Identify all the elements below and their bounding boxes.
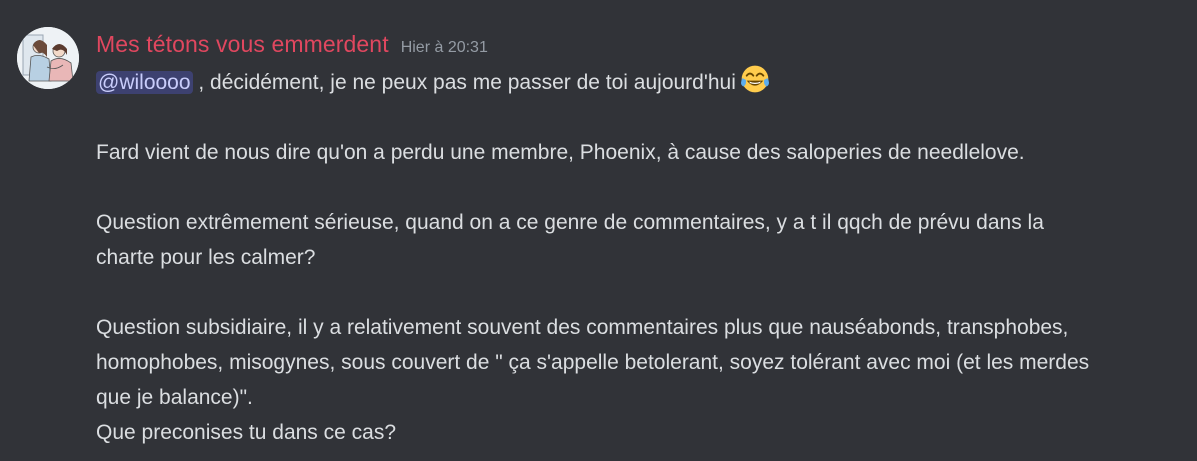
message-paragraph-4-line-1: Question subsidiaire, il y a relativemen…	[96, 316, 1069, 339]
message-line-1: @wiloooo , décidément, je ne peux pas me…	[96, 64, 1186, 100]
message-paragraph-5: Que preconises tu dans ce cas?	[96, 421, 397, 444]
author-avatar[interactable]	[17, 27, 79, 89]
message-paragraph-2: Fard vient de nous dire qu'on a perdu un…	[96, 141, 1025, 164]
message-header: Mes tétons vous emmerdent Hier à 20:31	[96, 31, 488, 61]
avatar-illustration-icon	[17, 27, 79, 89]
message-paragraph-4-line-2: homophobes, misogynes, sous couvert de "…	[96, 351, 1090, 374]
message-paragraph-3-line-1: Question extrêmement sérieuse, quand on …	[96, 211, 1044, 234]
message-text-1: , décidément, je ne peux pas me passer d…	[198, 71, 736, 94]
message-content: @wiloooo , décidément, je ne peux pas me…	[96, 64, 1186, 450]
message-timestamp[interactable]: Hier à 20:31	[401, 39, 488, 57]
author-name[interactable]: Mes tétons vous emmerdent	[96, 31, 389, 58]
user-mention[interactable]: @wiloooo	[96, 71, 193, 94]
message-paragraph-3-line-2: charte pour les calmer?	[96, 246, 316, 269]
message-paragraph-4-line-3: que je balance)".	[96, 386, 253, 409]
chat-message: Mes tétons vous emmerdent Hier à 20:31 @…	[0, 0, 1197, 461]
joy-emoji-icon	[740, 65, 769, 93]
